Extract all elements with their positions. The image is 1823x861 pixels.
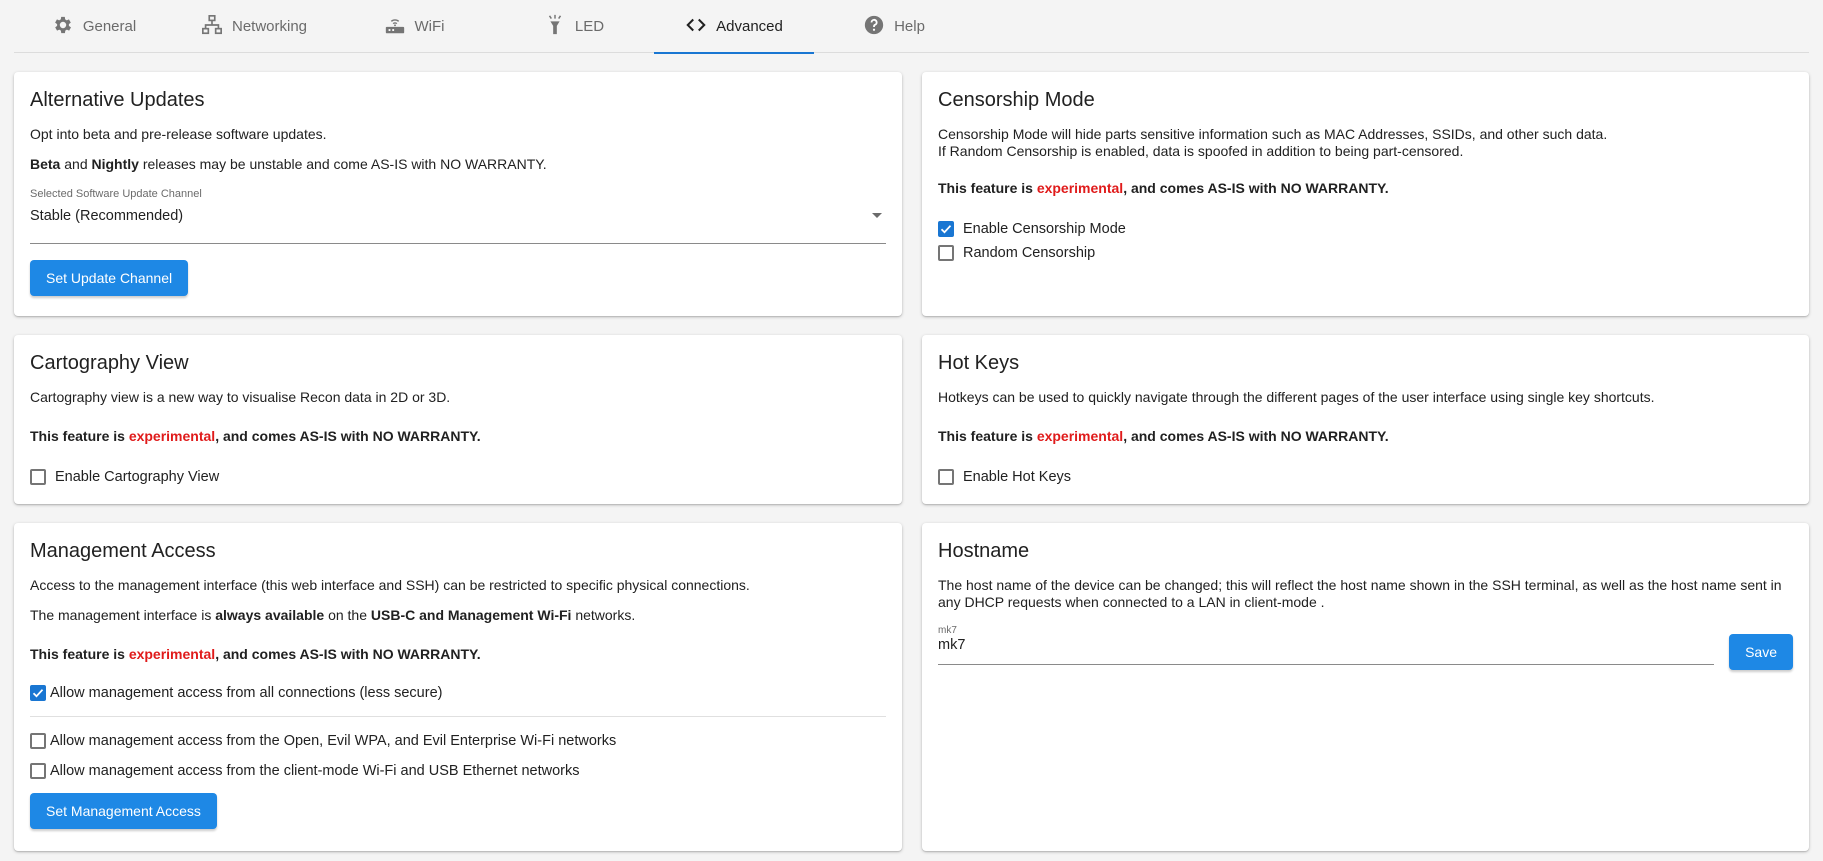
random-censorship-checkbox-row[interactable]: Random Censorship [938,245,1793,261]
tab-bar: General Networking WiFi LED Advanced Hel… [14,0,1809,54]
tab-label: WiFi [414,18,445,35]
warning-prefix: This feature is [30,428,129,444]
hostname-card: Hostname The host name of the device can… [922,523,1809,851]
network-icon [201,14,223,40]
experimental-warning: This feature is experimental, and comes … [938,428,1793,445]
management-access-card: Management Access Access to the manageme… [14,523,902,851]
warning-prefix: This feature is [938,428,1037,444]
availability-suffix: networks. [571,607,636,623]
availability-bold: always available [215,607,325,623]
availability-note: The management interface is always avail… [30,607,886,624]
tab-led[interactable]: LED [494,0,654,53]
card-description: Opt into beta and pre-release software u… [30,126,327,142]
card-description: Censorship Mode will hide parts sensitiv… [938,126,1793,160]
checkbox-label: Allow management access from the Open, E… [50,733,617,749]
card-title: Censorship Mode [938,89,1095,111]
card-title: Cartography View [30,352,189,374]
checkbox-label: Enable Cartography View [55,469,220,485]
checkbox-label: Random Censorship [963,245,1096,261]
warning-suffix: , and comes AS-IS with NO WARRANTY. [1123,428,1389,444]
enable-censorship-checkbox-row[interactable]: Enable Censorship Mode [938,221,1793,237]
flashlight-icon [544,14,566,40]
warning-suffix: , and comes AS-IS with NO WARRANTY. [215,646,481,662]
select-label: Selected Software Update Channel [30,188,202,200]
tab-advanced[interactable]: Advanced [654,0,814,54]
card-description: Hotkeys can be used to quickly navigate … [938,389,1655,405]
tab-label: General [82,18,137,35]
checkbox-unchecked-icon[interactable] [30,733,46,749]
set-update-channel-button[interactable]: Set Update Channel [30,260,189,296]
select-value: Stable (Recommended) [30,208,184,224]
description-line-1: Censorship Mode will hide parts sensitiv… [938,126,1608,142]
warning-experimental: experimental [1036,428,1124,444]
caret-down-icon [872,213,882,218]
card-title: Hot Keys [938,352,1020,374]
and-text: and [60,156,92,172]
hostname-row: mk7 mk7 Save [938,625,1793,670]
card-title: Management Access [30,540,216,562]
warning-experimental: experimental [128,428,216,444]
tab-wifi[interactable]: WiFi [334,0,494,53]
tab-label: Help [894,18,925,35]
allow-all-connections-checkbox-row[interactable]: Allow management access from all connect… [30,685,886,701]
tab-label: Networking [231,18,308,35]
warning-experimental: experimental [128,646,216,662]
enable-hot-keys-checkbox-row[interactable]: Enable Hot Keys [938,469,1793,485]
checkbox-unchecked-icon[interactable] [938,245,954,261]
checkbox-unchecked-icon[interactable] [30,763,46,779]
allow-open-evil-networks-checkbox-row[interactable]: Allow management access from the Open, E… [30,733,886,749]
input-label: mk7 [938,625,957,636]
warning-prefix: This feature is [30,646,129,662]
experimental-warning: This feature is experimental, and comes … [938,180,1793,197]
code-icon [685,14,707,40]
update-channel-select[interactable]: Selected Software Update Channel Stable … [30,188,886,244]
checkbox-label: Enable Hot Keys [963,469,1072,485]
help-icon [863,14,885,40]
alternative-updates-card: Alternative Updates Opt into beta and pr… [14,72,902,316]
tab-general[interactable]: General [14,0,174,53]
warning-suffix: , and comes AS-IS with NO WARRANTY. [215,428,481,444]
input-value: mk7 [938,637,966,653]
divider [30,716,886,717]
censorship-mode-card: Censorship Mode Censorship Mode will hid… [922,72,1809,316]
beta-label: Beta [30,156,61,172]
save-hostname-button[interactable]: Save [1729,634,1793,670]
router-icon [384,14,406,40]
availability-prefix: The management interface is [30,607,216,623]
tab-label: Advanced [716,18,783,35]
hostname-input[interactable]: mk7 mk7 [938,625,1715,665]
hot-keys-card: Hot Keys Hotkeys can be used to quickly … [922,335,1809,504]
availability-mid: on the [324,607,371,623]
checkbox-checked-icon[interactable] [30,685,46,701]
warning-experimental: experimental [1036,180,1124,196]
checkbox-unchecked-icon[interactable] [938,469,954,485]
checkbox-label: Enable Censorship Mode [963,221,1126,237]
enable-cartography-checkbox-row[interactable]: Enable Cartography View [30,469,886,485]
warning-prefix: This feature is [938,180,1037,196]
release-warning-rest: releases may be unstable and come AS-IS … [138,156,547,172]
gear-icon [52,14,74,40]
card-description: Cartography view is a new way to visuali… [30,389,451,405]
set-management-access-button[interactable]: Set Management Access [30,793,217,829]
tab-label: LED [574,18,605,35]
description-line-2: If Random Censorship is enabled, data is… [938,143,1464,159]
card-description: The host name of the device can be chang… [938,577,1782,610]
allow-client-mode-checkbox-row[interactable]: Allow management access from the client-… [30,763,886,779]
nightly-label: Nightly [91,156,139,172]
experimental-warning: This feature is experimental, and comes … [30,428,886,445]
card-description: Access to the management interface (this… [30,577,750,593]
warning-suffix: , and comes AS-IS with NO WARRANTY. [1123,180,1389,196]
checkbox-unchecked-icon[interactable] [30,469,46,485]
card-title: Hostname [938,540,1030,562]
card-title: Alternative Updates [30,89,205,111]
tab-networking[interactable]: Networking [174,0,334,53]
checkbox-checked-icon[interactable] [938,221,954,237]
availability-networks: USB-C and Management Wi-Fi [370,607,572,623]
checkbox-label: Allow management access from all connect… [50,685,443,701]
release-warning: Beta and Nightly releases may be unstabl… [30,156,886,173]
experimental-warning: This feature is experimental, and comes … [30,646,886,663]
checkbox-label: Allow management access from the client-… [50,763,580,779]
tab-help[interactable]: Help [814,0,974,53]
cartography-view-card: Cartography View Cartography view is a n… [14,335,902,504]
